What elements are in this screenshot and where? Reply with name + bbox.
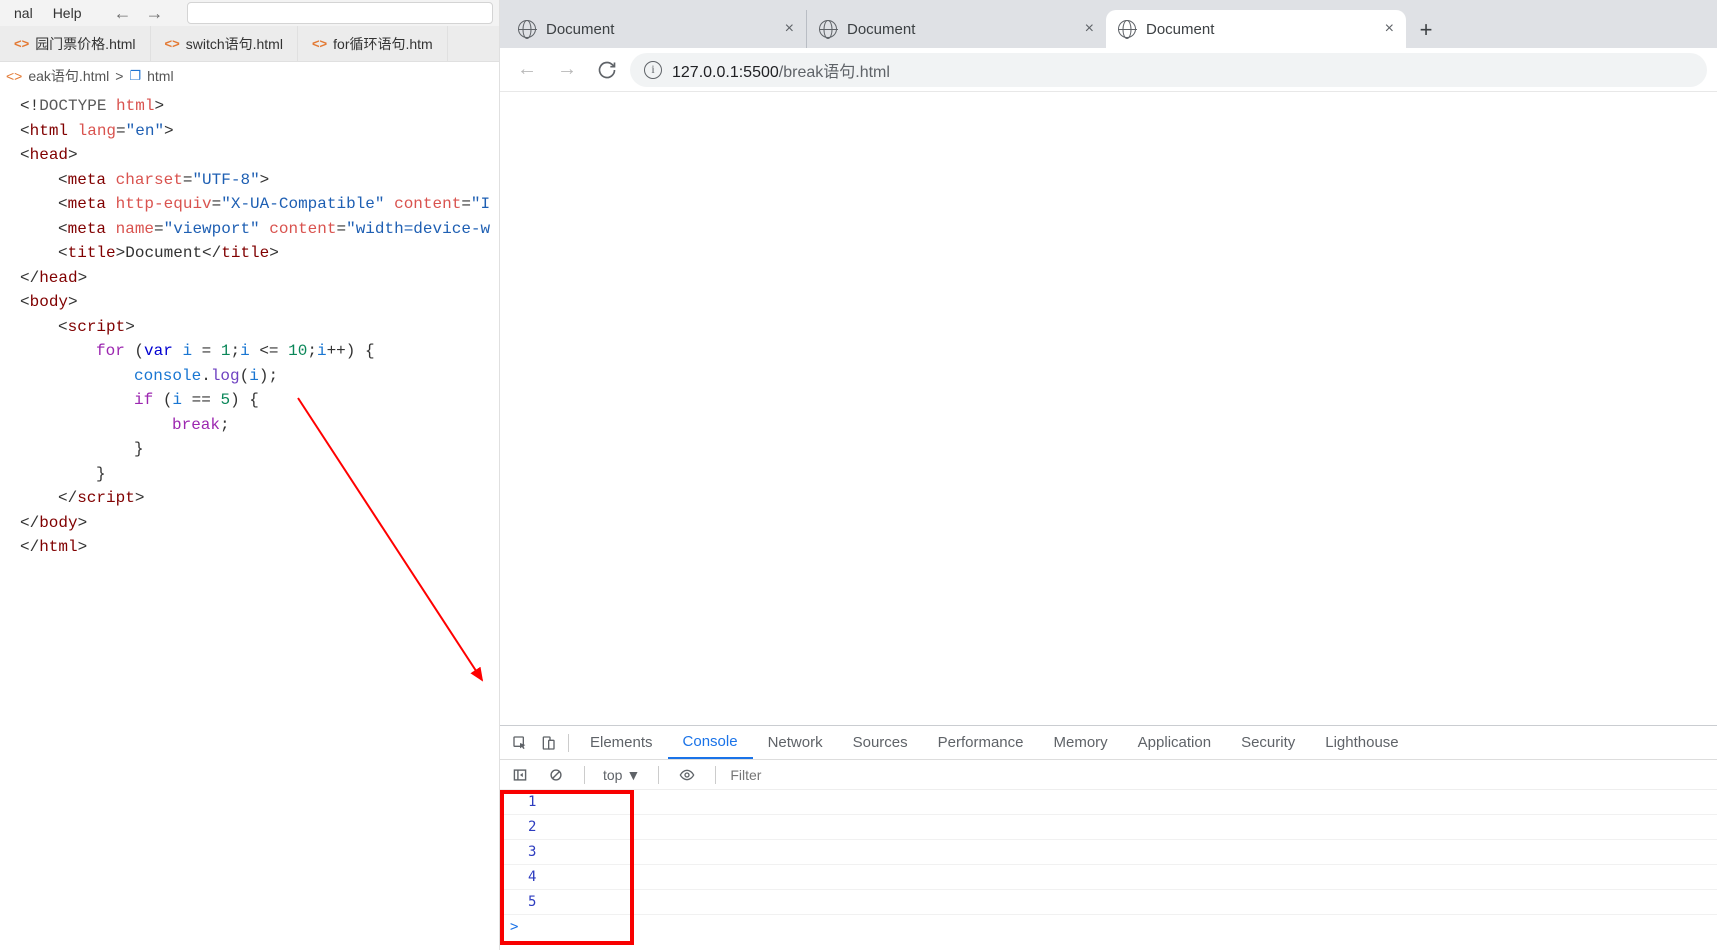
browser-tab[interactable]: Document × [1106, 10, 1406, 48]
devtools-tab-lighthouse[interactable]: Lighthouse [1310, 726, 1413, 759]
file-type-icon: <> [312, 36, 327, 51]
devtools-tab-console[interactable]: Console [668, 726, 753, 759]
menu-help[interactable]: Help [45, 3, 90, 23]
url-port: :5500 [739, 64, 779, 81]
context-label: top [603, 767, 622, 783]
code-line: } [0, 462, 499, 487]
inspect-icon[interactable] [506, 729, 534, 757]
file-type-icon: <> [165, 36, 180, 51]
browser-pane: Document × Document × Document × + ← → i 127.0… [500, 0, 1717, 950]
console-prompt[interactable]: > [502, 915, 1717, 939]
nav-forward-icon[interactable]: → [145, 3, 163, 24]
globe-icon [819, 20, 837, 38]
live-expression-icon[interactable] [673, 761, 701, 789]
editor-tab[interactable]: <> 园门票价格.html [0, 26, 151, 61]
back-button[interactable]: ← [510, 53, 544, 87]
console-log-row: 1 [502, 790, 1717, 815]
code-line: for (var i = 1;i <= 10;i++) { [0, 339, 499, 364]
breadcrumb-file: eak语句.html [28, 66, 109, 86]
close-icon[interactable]: × [1085, 20, 1094, 38]
new-tab-button[interactable]: + [1410, 14, 1442, 46]
close-icon[interactable]: × [1385, 20, 1394, 38]
clear-console-icon[interactable] [542, 761, 570, 789]
device-toggle-icon[interactable] [534, 729, 562, 757]
code-line: <html lang="en"> [0, 119, 499, 144]
browser-tab-title: Document [546, 21, 775, 38]
close-icon[interactable]: × [785, 20, 794, 38]
console-filter-input[interactable] [730, 767, 1711, 783]
code-line: <head> [0, 143, 499, 168]
site-info-icon[interactable]: i [644, 61, 662, 79]
breadcrumb[interactable]: <> eak语句.html > ❐ html [0, 62, 499, 90]
code-line: <meta charset="UTF-8"> [0, 168, 499, 193]
devtools-tab-performance[interactable]: Performance [923, 726, 1039, 759]
code-line: <body> [0, 290, 499, 315]
nav-back-icon[interactable]: ← [113, 3, 131, 24]
code-line: } [0, 437, 499, 462]
devtools: ElementsConsoleNetworkSourcesPerformance… [500, 725, 1717, 950]
file-type-icon: <> [14, 36, 29, 51]
code-line: console.log(i); [0, 364, 499, 389]
code-line: <meta http-equiv="X-UA-Compatible" conte… [0, 192, 499, 217]
globe-icon [1118, 20, 1136, 38]
devtools-tab-security[interactable]: Security [1226, 726, 1310, 759]
url-host: 127.0.0.1 [672, 64, 739, 81]
globe-icon [518, 20, 536, 38]
code-line: <!DOCTYPE html> [0, 94, 499, 119]
console-log-row: 5 [502, 890, 1717, 915]
code-line: break; [0, 413, 499, 438]
devtools-tab-elements[interactable]: Elements [575, 726, 668, 759]
breadcrumb-scope: html [147, 68, 173, 84]
code-line: <meta name="viewport" content="width=dev… [0, 217, 499, 242]
code-line: <title>Document</title> [0, 241, 499, 266]
breadcrumb-sep: > [115, 68, 123, 84]
browser-toolbar: ← → i 127.0.0.1:5500/break语句.html [500, 48, 1717, 92]
editor-tab[interactable]: <> for循环语句.htm [298, 26, 448, 61]
editor-tab-label: for循环语句.htm [333, 34, 433, 54]
devtools-tab-memory[interactable]: Memory [1039, 726, 1123, 759]
devtools-tab-network[interactable]: Network [753, 726, 838, 759]
code-line: if (i == 5) { [0, 388, 499, 413]
console-toolbar: top ▼ [500, 760, 1717, 790]
page-viewport [500, 92, 1717, 725]
devtools-tab-strip: ElementsConsoleNetworkSourcesPerformance… [500, 726, 1717, 760]
editor-pane: nal Help ← → <> 园门票价格.html <> switch语句.html… [0, 0, 500, 950]
url-path: /break语句.html [779, 64, 890, 81]
execution-context-selector[interactable]: top ▼ [599, 767, 644, 783]
editor-tab-strip: <> 园门票价格.html <> switch语句.html <> for循环语句.htm [0, 26, 499, 62]
browser-tab-title: Document [847, 21, 1075, 38]
browser-tab-title: Document [1146, 21, 1375, 38]
code-line: </body> [0, 511, 499, 536]
console-sidebar-toggle-icon[interactable] [506, 761, 534, 789]
symbol-icon: ❐ [129, 68, 141, 84]
console-log-row: 2 [502, 815, 1717, 840]
forward-button[interactable]: → [550, 53, 584, 87]
console-output[interactable]: 12345> [500, 790, 1717, 950]
code-editor[interactable]: <!DOCTYPE html><html lang="en"><head><me… [0, 90, 499, 950]
browser-tab[interactable]: Document × [506, 10, 806, 48]
editor-tab[interactable]: <> switch语句.html [151, 26, 298, 61]
address-bar[interactable]: i 127.0.0.1:5500/break语句.html [630, 53, 1707, 87]
console-log-row: 4 [502, 865, 1717, 890]
code-line: <script> [0, 315, 499, 340]
code-line: </html> [0, 535, 499, 560]
editor-tab-label: 园门票价格.html [35, 34, 135, 54]
code-line: </head> [0, 266, 499, 291]
devtools-tab-application[interactable]: Application [1123, 726, 1226, 759]
browser-tab-strip: Document × Document × Document × + [500, 0, 1717, 48]
browser-tab[interactable]: Document × [806, 10, 1106, 48]
command-center[interactable] [187, 2, 493, 24]
menu-terminal[interactable]: nal [6, 3, 41, 23]
console-log-row: 3 [502, 840, 1717, 865]
editor-menubar: nal Help ← → [0, 0, 499, 26]
code-line: </script> [0, 486, 499, 511]
chevron-down-icon: ▼ [626, 767, 640, 783]
devtools-tab-sources[interactable]: Sources [838, 726, 923, 759]
file-icon: <> [6, 68, 22, 84]
editor-tab-label: switch语句.html [186, 34, 283, 54]
reload-button[interactable] [590, 53, 624, 87]
